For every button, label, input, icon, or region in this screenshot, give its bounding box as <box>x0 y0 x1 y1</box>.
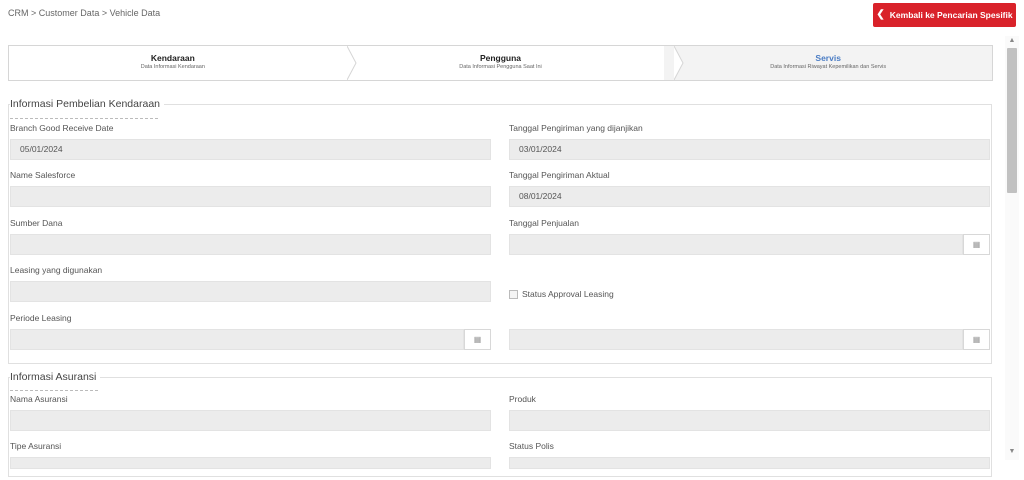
calendar-icon[interactable]: ▦ <box>963 329 990 350</box>
wizard-step-title: Kendaraan <box>150 53 195 63</box>
sumber-dana-field[interactable] <box>10 234 491 255</box>
leasing-used-field[interactable] <box>10 281 491 302</box>
sumber-dana-label: Sumber Dana <box>10 218 63 228</box>
sales-date-label: Tanggal Penjualan <box>509 218 579 228</box>
wizard-step-kendaraan[interactable]: Kendaraan Data Informasi Kendaraan <box>9 46 357 80</box>
wizard-step-title: Servis <box>815 53 841 63</box>
wizard-step-subtitle: Data Informasi Pengguna Saat Ini <box>459 64 542 70</box>
policy-status-label: Status Polis <box>509 441 554 451</box>
name-salesforce-label: Name Salesforce <box>10 170 76 180</box>
leasing-period-start-field[interactable] <box>10 329 464 350</box>
insurance-name-label: Nama Asuransi <box>10 394 68 404</box>
leasing-approval-label: Status Approval Leasing <box>522 289 614 299</box>
back-button-label: Kembali ke Pencarian Spesifik <box>889 10 1013 20</box>
promised-delivery-date-field[interactable]: 03/01/2024 <box>509 139 990 160</box>
insurance-section-title: Informasi Asuransi <box>10 371 101 383</box>
sales-date-field[interactable] <box>509 234 963 255</box>
product-field[interactable] <box>509 410 990 431</box>
back-to-search-button[interactable]: ❮ Kembali ke Pencarian Spesifik <box>873 3 1016 27</box>
insurance-type-label: Tipe Asuransi <box>10 441 62 451</box>
insurance-type-field[interactable] <box>10 457 491 469</box>
wizard-steps: Kendaraan Data Informasi Kendaraan Pengg… <box>8 45 993 81</box>
breadcrumb-item-vehicle-data: Vehicle Data <box>109 8 161 18</box>
insurance-name-field[interactable] <box>10 410 491 431</box>
product-label: Produk <box>509 394 536 404</box>
breadcrumb: CRM > Customer Data > Vehicle Data <box>8 8 160 18</box>
purchase-section-title: Informasi Pembelian Kendaraan <box>10 98 165 110</box>
chevron-left-icon: ❮ <box>876 9 885 20</box>
policy-status-field[interactable] <box>509 457 990 469</box>
branch-good-receive-date-label: Branch Good Receive Date <box>10 123 114 133</box>
wizard-step-title: Pengguna <box>479 53 522 63</box>
breadcrumb-separator: > <box>31 8 37 18</box>
scrollbar-thumb[interactable] <box>1007 48 1017 193</box>
actual-delivery-date-label: Tanggal Pengiriman Aktual <box>509 170 610 180</box>
breadcrumb-separator: > <box>101 8 108 18</box>
leasing-approval-checkbox[interactable]: Status Approval Leasing <box>509 289 614 299</box>
breadcrumb-item-customer-data[interactable]: Customer Data <box>39 8 100 18</box>
calendar-icon[interactable]: ▦ <box>963 234 990 255</box>
actual-delivery-date-field[interactable]: 08/01/2024 <box>509 186 990 207</box>
legend-underline <box>10 118 158 119</box>
scroll-up-icon[interactable]: ▲ <box>1007 36 1017 46</box>
breadcrumb-item-crm[interactable]: CRM <box>8 8 29 18</box>
scroll-down-icon[interactable]: ▼ <box>1007 447 1017 457</box>
wizard-step-subtitle: Data Informasi Riwayat Kepemilikan dan S… <box>770 64 887 70</box>
leasing-period-end-field[interactable] <box>509 329 963 350</box>
checkbox-box[interactable] <box>509 289 518 299</box>
leasing-used-label: Leasing yang digunakan <box>10 265 103 275</box>
branch-good-receive-date-field[interactable]: 05/01/2024 <box>10 139 491 160</box>
wizard-step-subtitle: Data Informasi Kendaraan <box>140 64 205 70</box>
calendar-icon[interactable]: ▦ <box>464 329 491 350</box>
legend-underline <box>10 390 98 391</box>
leasing-period-label: Periode Leasing <box>10 313 72 323</box>
promised-delivery-date-label: Tanggal Pengiriman yang dijanjikan <box>509 123 643 133</box>
name-salesforce-field[interactable] <box>10 186 491 207</box>
wizard-step-pengguna[interactable]: Pengguna Data Informasi Pengguna Saat In… <box>337 46 684 80</box>
wizard-step-servis[interactable]: Servis Data Informasi Riwayat Kepemilika… <box>664 46 993 80</box>
